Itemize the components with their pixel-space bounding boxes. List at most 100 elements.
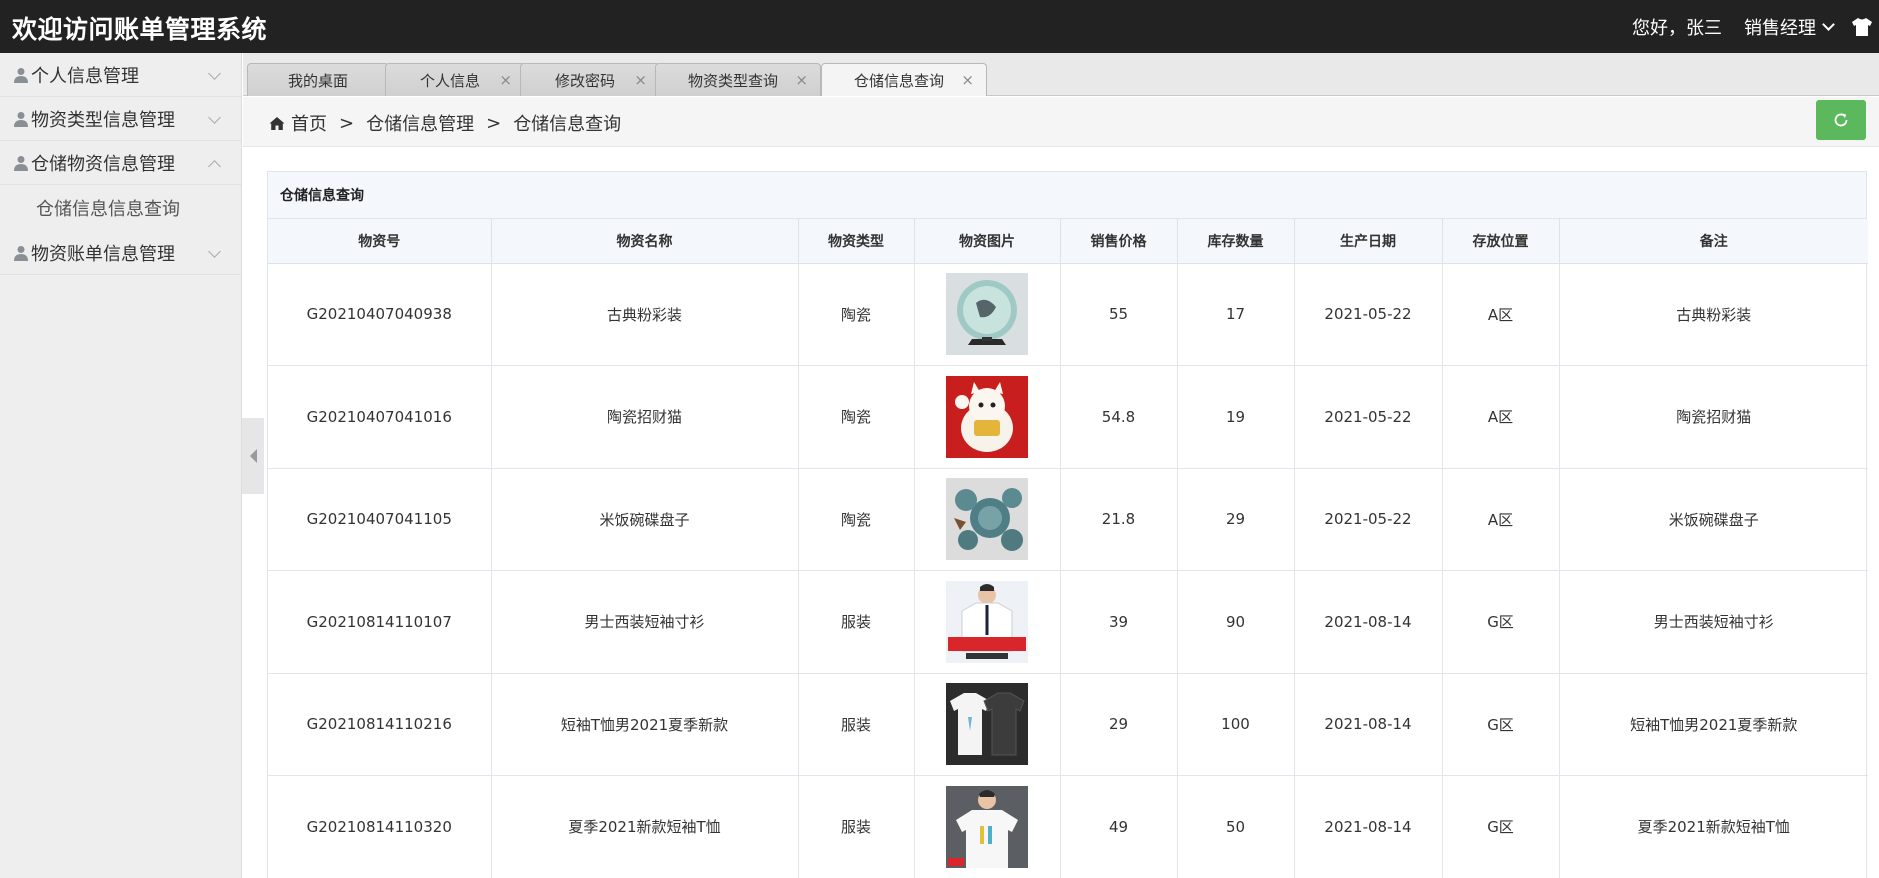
cell-price: 29 [1059, 672, 1178, 776]
sidebar-item-material-bill[interactable]: 物资账单信息管理 [0, 231, 241, 275]
tab-storage-query[interactable]: 仓储信息查询 × [821, 63, 987, 96]
tab-change-password[interactable]: 修改密码 × [520, 63, 660, 96]
table-row[interactable]: G20210407040938 古典粉彩装 陶瓷 55 17 2021-05-2… [268, 262, 1868, 366]
sidebar-item-personal-info[interactable]: 个人信息管理 [0, 53, 241, 97]
cell-price: 49 [1059, 775, 1178, 878]
cell-stock: 50 [1176, 775, 1295, 878]
cell-type: 陶瓷 [797, 467, 915, 571]
tab-personal-info[interactable]: 个人信息 × [385, 63, 525, 96]
sidebar-collapse-handle[interactable] [242, 418, 264, 494]
ceramic-plate-image[interactable] [946, 273, 1028, 356]
refresh-button[interactable] [1816, 100, 1866, 140]
table-row[interactable]: G20210814110107 男士西装短袖寸衫 服装 39 90 2021-0… [268, 570, 1868, 674]
refresh-icon [1834, 113, 1848, 127]
close-icon[interactable]: × [795, 71, 808, 89]
lucky-cat-image[interactable] [946, 375, 1028, 458]
column-header: 销售价格 [1059, 219, 1178, 264]
sidebar-item-label: 仓储物资信息管理 [31, 153, 175, 175]
sidebar-item-label: 个人信息管理 [31, 65, 139, 87]
tshirt-model-image[interactable] [946, 785, 1028, 868]
cell-id: G20210814110107 [268, 570, 492, 674]
dress-shirt-image[interactable] [946, 580, 1028, 663]
column-header: 生产日期 [1293, 219, 1443, 264]
table-row[interactable]: G20210407041105 米饭碗碟盘子 陶瓷 21.8 29 2021-0… [268, 467, 1868, 571]
user-greeting: 您好，张三 [1632, 17, 1722, 39]
shirt-icon[interactable] [1851, 17, 1873, 37]
tab-label: 我的桌面 [287, 71, 348, 90]
tab-label: 个人信息 [419, 71, 480, 90]
sidebar-item-label: 物资账单信息管理 [31, 243, 175, 265]
cell-type: 服装 [797, 775, 915, 878]
chevron-down-icon [1822, 17, 1835, 31]
column-header: 物资号 [268, 219, 492, 264]
cell-image [913, 262, 1061, 366]
tab-material-type-query[interactable]: 物资类型查询 × [655, 63, 821, 96]
cell-note: 男士西装短袖寸衫 [1558, 570, 1868, 674]
storage-table: 物资号 物资名称 物资类型 物资图片 销售价格 库存数量 生产日期 存放位置 备… [268, 219, 1868, 878]
breadcrumb: 首页 > 仓储信息管理 > 仓储信息查询 [269, 110, 621, 136]
cell-type: 陶瓷 [797, 365, 915, 469]
cell-type: 服装 [797, 672, 915, 776]
cell-stock: 29 [1176, 467, 1295, 571]
cell-image [913, 672, 1061, 776]
cell-name: 夏季2021新款短袖T恤 [490, 775, 799, 878]
table-row[interactable]: G20210407041016 陶瓷招财猫 陶瓷 54.8 19 2021-05… [268, 365, 1868, 469]
cell-type: 陶瓷 [797, 262, 915, 366]
table-row[interactable]: G20210814110320 夏季2021新款短袖T恤 服装 49 50 20… [268, 775, 1868, 878]
cell-image [913, 570, 1061, 674]
cell-date: 2021-05-22 [1293, 365, 1443, 469]
cell-id: G20210814110320 [268, 775, 492, 878]
cell-note: 古典粉彩装 [1558, 262, 1868, 366]
role-dropdown[interactable]: 销售经理 [1744, 14, 1835, 40]
close-icon[interactable]: × [961, 71, 974, 89]
cell-price: 55 [1059, 262, 1178, 366]
panel-title: 仓储信息查询 [268, 172, 1866, 219]
cell-price: 21.8 [1059, 467, 1178, 571]
tab-label: 仓储信息查询 [853, 71, 944, 90]
storage-query-panel: 仓储信息查询 物资号 物资名称 物资类型 物资图片 销售价格 库存数量 生产日期… [267, 171, 1868, 878]
cell-price: 54.8 [1059, 365, 1178, 469]
tshirt-pair-image[interactable] [946, 683, 1028, 766]
cell-name: 古典粉彩装 [490, 262, 799, 366]
cell-note: 陶瓷招财猫 [1558, 365, 1868, 469]
cell-date: 2021-08-14 [1293, 672, 1443, 776]
cell-note: 米饭碗碟盘子 [1558, 467, 1868, 571]
chevron-down-icon [208, 111, 221, 124]
cell-image [913, 775, 1061, 878]
cell-stock: 90 [1176, 570, 1295, 674]
breadcrumb-level1[interactable]: 仓储信息管理 [366, 110, 474, 136]
tab-bar: 我的桌面 个人信息 × 修改密码 × 物资类型查询 × 仓储信息查询 × [243, 53, 1879, 96]
role-label: 销售经理 [1744, 17, 1816, 39]
cell-id: G20210814110216 [268, 672, 492, 776]
sidebar-item-material-type[interactable]: 物资类型信息管理 [0, 97, 241, 141]
user-icon [14, 155, 28, 171]
bowl-set-image[interactable] [946, 478, 1028, 561]
cell-location: A区 [1441, 467, 1560, 571]
close-icon[interactable]: × [499, 71, 512, 89]
cell-price: 39 [1059, 570, 1178, 674]
sidebar: 个人信息管理 物资类型信息管理 仓储物资信息管理 仓储信息信息查询 物资账单信息… [0, 53, 242, 878]
close-icon[interactable]: × [634, 71, 647, 89]
cell-location: G区 [1441, 775, 1560, 878]
tab-desktop[interactable]: 我的桌面 [247, 63, 389, 96]
cell-image [913, 467, 1061, 571]
breadcrumb-separator: > [339, 112, 355, 134]
cell-name: 米饭碗碟盘子 [490, 467, 799, 571]
cell-location: A区 [1441, 365, 1560, 469]
cell-stock: 19 [1176, 365, 1295, 469]
sidebar-subitem-storage-query[interactable]: 仓储信息信息查询 [0, 185, 241, 231]
user-icon [14, 245, 28, 261]
cell-stock: 100 [1176, 672, 1295, 776]
caret-left-icon [249, 449, 257, 463]
column-header: 物资类型 [797, 219, 915, 264]
sidebar-item-storage[interactable]: 仓储物资信息管理 [0, 141, 241, 185]
table-row[interactable]: G20210814110216 短袖T恤男2021夏季新款 服装 29 100 … [268, 672, 1868, 776]
table-header-row: 物资号 物资名称 物资类型 物资图片 销售价格 库存数量 生产日期 存放位置 备… [268, 219, 1868, 264]
breadcrumb-home[interactable]: 首页 [291, 110, 327, 136]
cell-note: 短袖T恤男2021夏季新款 [1558, 672, 1868, 776]
column-header: 物资名称 [490, 219, 799, 264]
cell-note: 夏季2021新款短袖T恤 [1558, 775, 1868, 878]
cell-location: G区 [1441, 570, 1560, 674]
cell-id: G20210407041105 [268, 467, 492, 571]
app-title: 欢迎访问账单管理系统 [12, 15, 268, 44]
